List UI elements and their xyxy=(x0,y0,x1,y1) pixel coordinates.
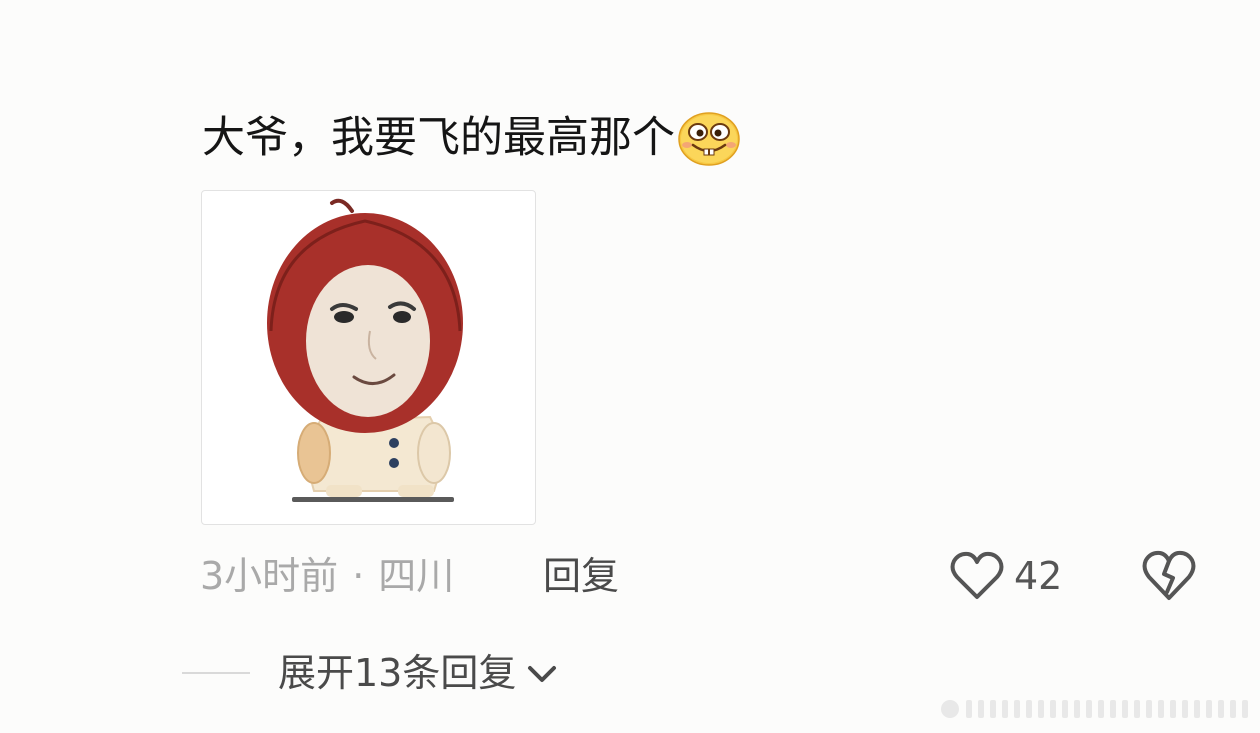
watermark-logo xyxy=(941,700,1248,718)
comment-text-row: 大爷，我要飞的最高那个 xyxy=(202,108,741,168)
reply-button[interactable]: 回复 xyxy=(543,550,619,602)
heart-outline-icon xyxy=(950,551,1004,599)
comment-item: 大爷，我要飞的最高那个 3小时前 · 四川 回复 42 展开13条回复 xyxy=(0,0,1260,733)
like-button[interactable]: 42 xyxy=(950,548,1062,604)
comment-location: 四川 xyxy=(378,554,455,598)
comment-meta: 3小时前 · 四川 xyxy=(200,550,454,602)
meta-separator: · xyxy=(352,554,365,598)
grinning-emoji-icon xyxy=(678,112,740,166)
comment-text: 大爷，我要飞的最高那个 xyxy=(202,113,675,163)
sticker-image[interactable] xyxy=(201,190,536,525)
chevron-down-icon xyxy=(528,666,557,682)
expand-replies-label: 展开13条回复 xyxy=(278,651,517,695)
broken-heart-icon[interactable] xyxy=(1142,548,1196,604)
red-hood-meme-sticker xyxy=(267,198,463,502)
expand-divider xyxy=(182,672,250,674)
like-count: 42 xyxy=(1014,554,1063,598)
expand-replies-button[interactable]: 展开13条回复 xyxy=(278,647,560,699)
comment-time: 3小时前 xyxy=(200,554,339,598)
